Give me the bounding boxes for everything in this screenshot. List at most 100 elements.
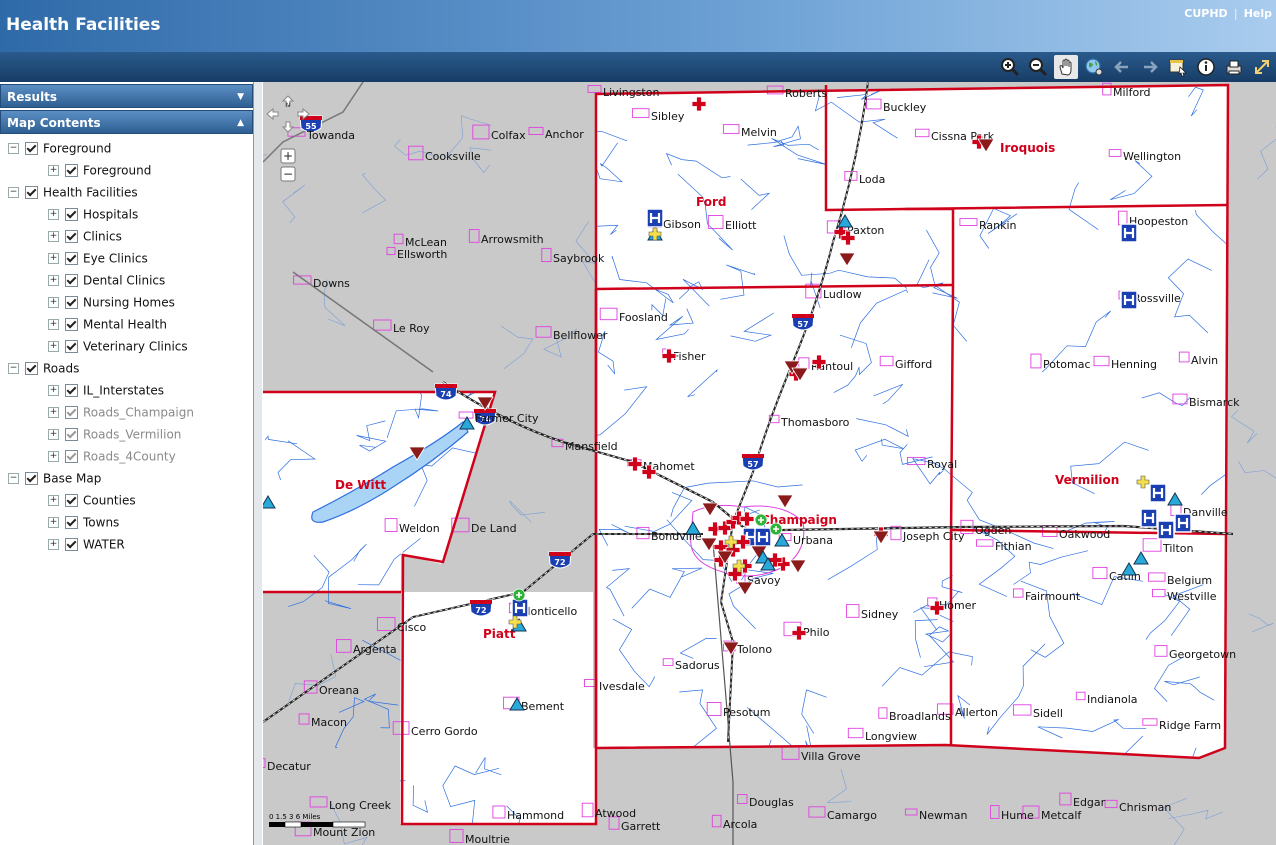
layer-item[interactable]: + Counties (48, 490, 136, 510)
help-link[interactable]: Help (1244, 7, 1272, 20)
town-label: Westville (1167, 590, 1217, 603)
previous-extent-button[interactable] (1110, 55, 1134, 79)
layer-item[interactable]: + Hospitals (48, 204, 138, 224)
layer-item[interactable]: + Roads_Vermilion (48, 424, 181, 444)
layer-item[interactable]: + Nursing Homes (48, 292, 175, 312)
panel-splitter[interactable] (254, 82, 262, 845)
county-label: Iroquois (1000, 141, 1055, 155)
eye-clinic-icon[interactable] (754, 513, 768, 527)
layer-item[interactable]: + Clinics (48, 226, 122, 246)
layer-item[interactable]: + Roads_Champaign (48, 402, 194, 422)
zoom-out-button[interactable] (1026, 55, 1050, 79)
layer-checkbox[interactable] (65, 538, 78, 551)
layer-item[interactable]: + Eye Clinics (48, 248, 148, 268)
expand-icon[interactable]: + (48, 253, 59, 264)
hospital-icon[interactable] (511, 598, 529, 618)
expand-icon[interactable]: + (48, 165, 59, 176)
expand-icon[interactable]: + (48, 429, 59, 440)
hospital-icon[interactable] (1157, 520, 1175, 540)
layer-checkbox[interactable] (65, 296, 78, 309)
layer-checkbox[interactable] (25, 362, 38, 375)
expand-icon[interactable]: + (48, 385, 59, 396)
hospital-icon[interactable] (754, 527, 772, 547)
cuphd-link[interactable]: CUPHD (1184, 7, 1227, 20)
chevron-down-icon[interactable]: ▼ (237, 85, 244, 109)
map-contents-panel-header[interactable]: Map Contents ▲ (0, 110, 253, 134)
layer-group[interactable]: − Base Map (8, 468, 101, 488)
layer-checkbox[interactable] (65, 274, 78, 287)
expand-icon[interactable]: + (48, 407, 59, 418)
town-label: Downs (313, 277, 350, 290)
expand-icon[interactable]: + (48, 297, 59, 308)
zoom-in-icon (1001, 58, 1020, 77)
hospital-icon[interactable] (1120, 223, 1138, 243)
layer-group[interactable]: − Health Facilities (8, 182, 138, 202)
hospital-icon[interactable] (1120, 290, 1138, 310)
eye-clinic-icon[interactable] (512, 588, 526, 602)
layer-item[interactable]: + Veterinary Clinics (48, 336, 188, 356)
chevron-up-icon[interactable]: ▲ (237, 111, 244, 135)
layer-checkbox[interactable] (65, 230, 78, 243)
layer-checkbox[interactable] (65, 164, 78, 177)
layer-item[interactable]: + Foreground (48, 160, 151, 180)
layer-item[interactable]: + Mental Health (48, 314, 167, 334)
next-extent-button[interactable] (1138, 55, 1162, 79)
layer-checkbox[interactable] (65, 208, 78, 221)
layer-checkbox[interactable] (65, 428, 78, 441)
hospital-icon[interactable] (646, 208, 664, 228)
layer-checkbox[interactable] (25, 472, 38, 485)
interstate-shield-57: 57 (791, 313, 815, 331)
layer-group[interactable]: − Roads (8, 358, 79, 378)
layer-checkbox[interactable] (25, 186, 38, 199)
select-button[interactable] (1166, 55, 1190, 79)
town-label: Douglas (749, 796, 794, 809)
expand-icon[interactable]: + (48, 517, 59, 528)
layer-item[interactable]: + Dental Clinics (48, 270, 165, 290)
identify-button[interactable] (1194, 55, 1218, 79)
hospital-icon[interactable] (1149, 483, 1167, 503)
layer-item[interactable]: + IL_Interstates (48, 380, 164, 400)
expand-icon[interactable]: + (48, 231, 59, 242)
collapse-icon[interactable]: − (8, 363, 19, 374)
hospital-icon[interactable] (1140, 508, 1158, 528)
print-button[interactable] (1222, 55, 1246, 79)
layer-checkbox[interactable] (65, 252, 78, 265)
zoom-in-button[interactable] (998, 55, 1022, 79)
layer-checkbox[interactable] (65, 340, 78, 353)
layer-group[interactable]: − Foreground (8, 138, 111, 158)
expand-button[interactable] (1250, 55, 1274, 79)
expand-icon[interactable]: + (48, 495, 59, 506)
zoom-in-map-button[interactable]: + (280, 148, 296, 164)
town-label: Cisco (397, 621, 427, 634)
layer-item[interactable]: + Towns (48, 512, 119, 532)
layer-item[interactable]: + WATER (48, 534, 125, 554)
hospital-icon[interactable] (1174, 513, 1192, 533)
layer-checkbox[interactable] (25, 142, 38, 155)
layer-checkbox[interactable] (65, 516, 78, 529)
full-extent-button[interactable] (1082, 55, 1106, 79)
results-panel-header[interactable]: Results ▼ (0, 84, 253, 108)
collapse-icon[interactable]: − (8, 473, 19, 484)
expand-icon[interactable]: + (48, 209, 59, 220)
map-view[interactable]: 74 74 57 57 72 72 55 Livingston Roberts Buckley M… (263, 82, 1276, 845)
layer-checkbox[interactable] (65, 450, 78, 463)
layer-checkbox[interactable] (65, 494, 78, 507)
expand-icon[interactable]: + (48, 539, 59, 550)
expand-icon[interactable]: + (48, 275, 59, 286)
expand-icon[interactable]: + (48, 451, 59, 462)
town-label: Hume (1001, 809, 1034, 822)
collapse-icon[interactable]: − (8, 187, 19, 198)
map-canvas[interactable]: 74745757727255 Livingston RobertsBuckleyM… (263, 82, 1276, 845)
pan-button[interactable] (1054, 55, 1078, 79)
layer-checkbox[interactable] (65, 406, 78, 419)
zoom-out-map-button[interactable]: − (280, 166, 296, 182)
layer-checkbox[interactable] (65, 318, 78, 331)
expand-icon[interactable]: + (48, 319, 59, 330)
town-label: Colfax (491, 129, 526, 142)
expand-icon[interactable]: + (48, 341, 59, 352)
layer-item[interactable]: + Roads_4County (48, 446, 176, 466)
collapse-icon[interactable]: − (8, 143, 19, 154)
town-label: Bement (521, 700, 565, 713)
eye-clinic-icon[interactable] (769, 522, 783, 536)
layer-checkbox[interactable] (65, 384, 78, 397)
